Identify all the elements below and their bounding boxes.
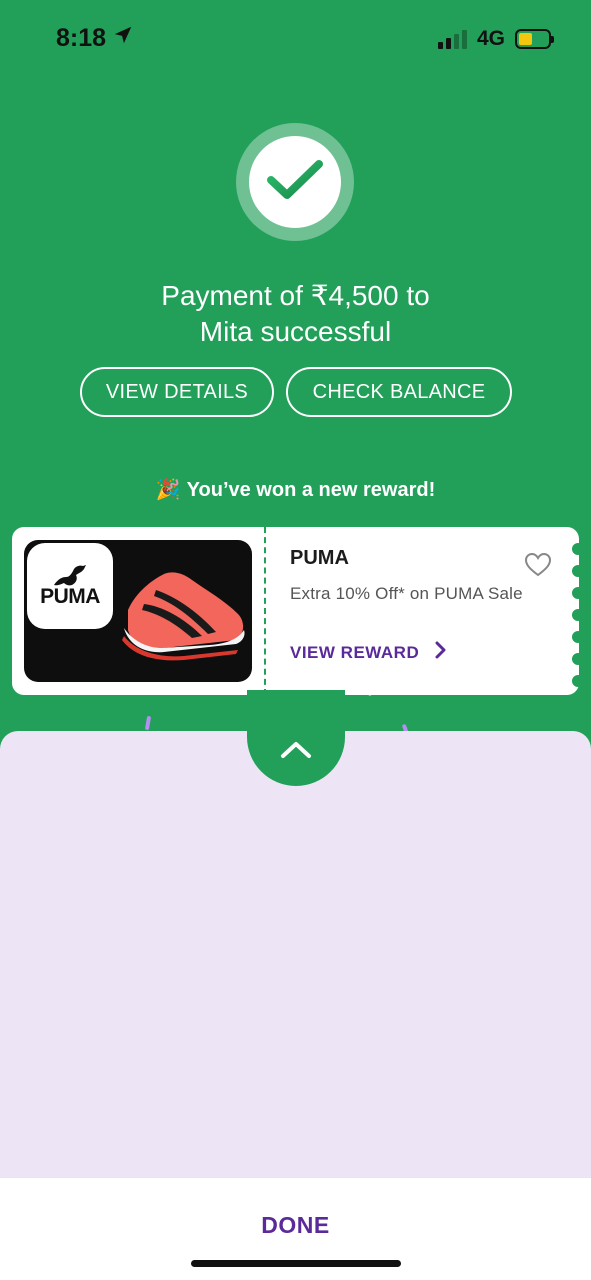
payment-success-screen: 8:18 4G Payment of ₹4,500 to Mita succes… [0,0,591,1280]
headline-line-1: Payment of ₹4,500 to [161,280,430,311]
checkmark-icon [266,158,324,207]
party-popper-icon: 🎉 [155,479,181,501]
headline-line-2: Mita successful [199,316,392,347]
puma-logo-text: PUMA [40,585,100,608]
network-type: 4G [476,27,505,50]
chevron-right-icon [435,641,447,664]
done-button[interactable]: DONE [0,1212,591,1239]
reward-message-text: You’ve won a new reward! [186,479,436,501]
ticket-divider [264,527,266,695]
reward-offer: Extra 10% Off* on PUMA Sale [290,584,523,603]
reward-image: PUMA [24,540,252,682]
home-indicator[interactable] [191,1260,401,1267]
reward-card[interactable]: PUMA PUMA Extra 10% Off* on PUMA Sale VI… [12,527,584,695]
expand-panel-button[interactable] [247,690,345,786]
view-reward-button[interactable]: VIEW REWARD [290,641,447,664]
location-arrow-icon [112,24,134,53]
status-time-text: 8:18 [56,24,107,52]
reward-message: 🎉 You’ve won a new reward! [0,477,591,502]
reward-brand: PUMA [290,547,349,569]
chevron-up-icon [280,741,312,764]
success-badge [236,123,354,241]
status-time: 8:18 [56,24,134,53]
signal-icon [437,29,467,49]
details-panel [0,731,591,1177]
view-reward-label: VIEW REWARD [290,642,420,662]
ticket-notches [570,543,584,688]
payment-status-headline: Payment of ₹4,500 to Mita successful [0,278,591,350]
check-balance-button[interactable]: CHECK BALANCE [286,367,512,417]
status-indicators: 4G [437,27,554,51]
view-details-button[interactable]: VIEW DETAILS [80,367,274,417]
battery-icon [515,29,554,49]
heart-icon[interactable] [524,552,552,583]
puma-logo: PUMA [27,543,113,629]
